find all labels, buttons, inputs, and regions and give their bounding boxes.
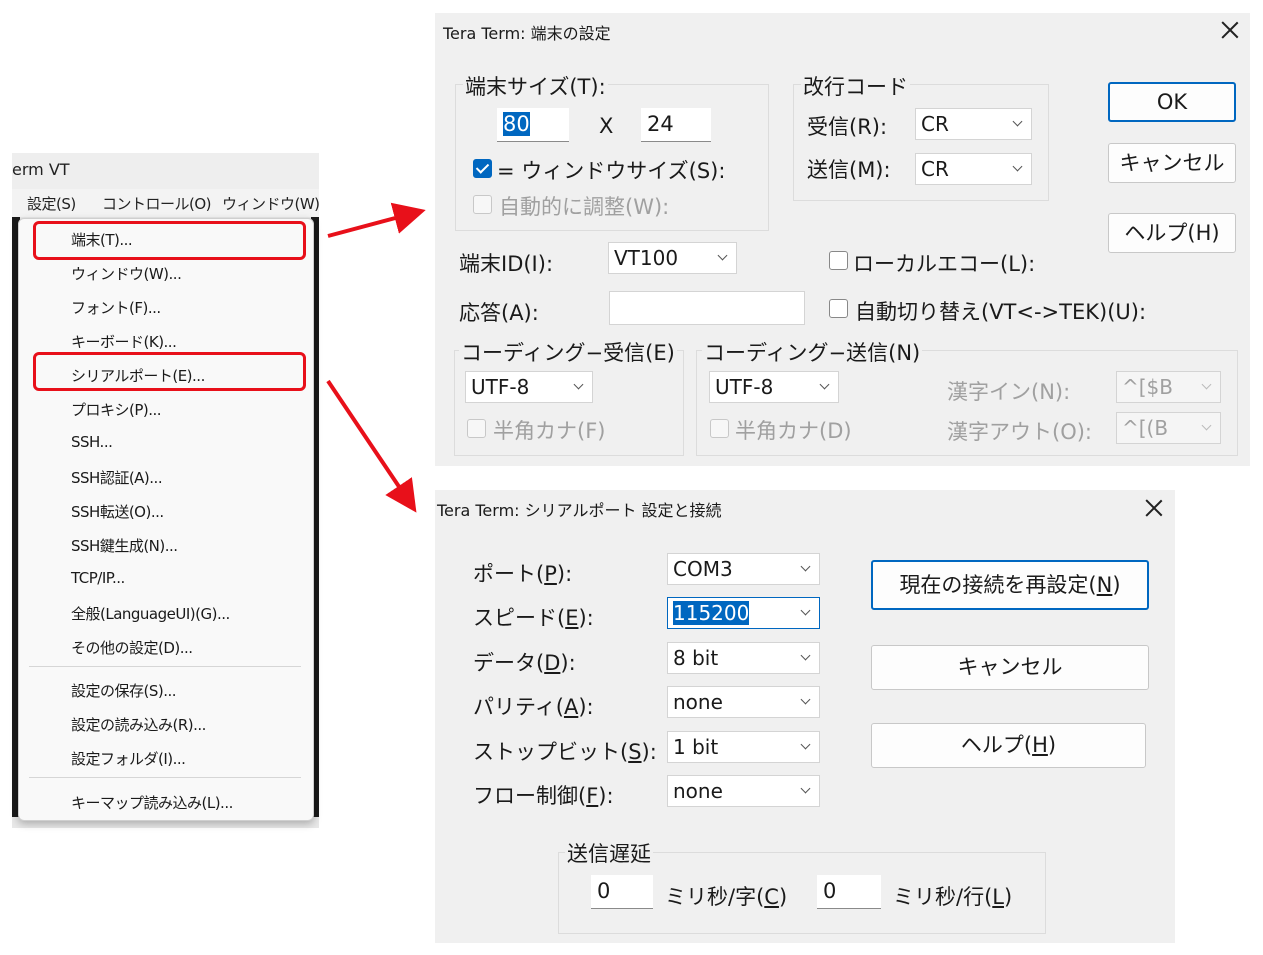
recv-select[interactable]: CR — [915, 108, 1032, 140]
parity-select[interactable]: none — [667, 686, 820, 718]
char-delay-input[interactable]: 0 — [591, 875, 653, 909]
port-select[interactable]: COM3 — [667, 553, 820, 585]
chevron-down-icon — [800, 650, 811, 661]
kanji-in-label: 漢字イン(N): — [947, 380, 1071, 404]
close-icon[interactable] — [1219, 19, 1241, 41]
rows-input[interactable]: 24 — [641, 108, 711, 142]
data-select[interactable]: 8 bit — [667, 642, 820, 674]
hankaku-recv-checkbox[interactable] — [467, 419, 486, 438]
hankaku-send-checkbox[interactable] — [710, 419, 729, 438]
flow-select[interactable]: none — [667, 775, 820, 807]
chevron-down-icon — [717, 250, 728, 261]
coding-recv-title: コーディング−受信(E) — [459, 337, 677, 367]
chevron-down-icon — [800, 783, 811, 794]
auto-switch-label: 自動切り替え(VT<->TEK)(U): — [855, 300, 1147, 324]
flow-label: フロー制御(F): — [473, 784, 614, 808]
kanji-out-select[interactable]: ^[(B — [1116, 412, 1221, 444]
speed-select[interactable]: 115200 — [667, 597, 820, 629]
dialog-title: Tera Term: 端末の設定 — [443, 24, 611, 43]
cols-input[interactable]: 80 — [497, 108, 569, 142]
kanji-in-select[interactable]: ^[$B — [1116, 371, 1221, 403]
line-delay-label: ミリ秒/行(L) — [893, 885, 1013, 909]
chevron-down-icon — [800, 605, 811, 616]
auto-resize-label: 自動的に調整(W): — [499, 195, 670, 219]
line-delay-input[interactable]: 0 — [817, 875, 881, 909]
ok-button[interactable]: OK — [1108, 82, 1236, 122]
char-delay-label: ミリ秒/字(C) — [665, 885, 788, 909]
data-label: データ(D): — [473, 651, 576, 675]
close-icon[interactable] — [1143, 497, 1165, 519]
dialog-title-bar: Tera Term: 端末の設定 — [435, 13, 1250, 51]
local-echo-label: ローカルエコー(L): — [853, 252, 1036, 276]
terminal-size-title: 端末サイズ(T): — [463, 71, 608, 101]
eq-window-label: = ウィンドウサイズ(S): — [497, 159, 726, 183]
auto-resize-checkbox[interactable] — [473, 195, 492, 214]
parity-label: パリティ(A): — [473, 695, 594, 719]
term-id-select[interactable]: VT100 — [608, 242, 737, 274]
recv-label: 受信(R): — [807, 115, 888, 139]
chevron-down-icon — [800, 561, 811, 572]
hankaku-send-label: 半角カナ(D) — [735, 419, 852, 443]
stopbit-label: ストップビット(S): — [473, 740, 657, 764]
cancel-button[interactable]: キャンセル — [1108, 143, 1236, 183]
terminal-setup-dialog: Tera Term: 端末の設定 端末サイズ(T): 80 X 24 = ウィン… — [435, 13, 1250, 466]
cancel-button[interactable]: キャンセル — [871, 645, 1149, 690]
send-label: 送信(M): — [807, 158, 891, 182]
chevron-down-icon — [1201, 379, 1212, 390]
local-echo-checkbox[interactable] — [829, 251, 848, 270]
chevron-down-icon — [1201, 420, 1212, 431]
chevron-down-icon — [800, 694, 811, 705]
arrow-to-terminal-dialog — [327, 202, 426, 238]
term-id-label: 端末ID(I): — [459, 252, 554, 276]
stopbit-select[interactable]: 1 bit — [667, 731, 820, 763]
port-label: ポート(P): — [473, 562, 573, 586]
coding-send-select[interactable]: UTF-8 — [709, 371, 839, 403]
auto-switch-checkbox[interactable] — [829, 299, 848, 318]
chevron-down-icon — [1012, 161, 1023, 172]
coding-send-title: コーディング−送信(N) — [702, 337, 923, 367]
newline-title: 改行コード — [801, 71, 910, 101]
serial-port-dialog: Tera Term: シリアルポート 設定と接続 ポート(P): COM3 スピ… — [435, 490, 1175, 943]
chevron-down-icon — [573, 379, 584, 390]
chevron-down-icon — [800, 739, 811, 750]
hankaku-recv-label: 半角カナ(F) — [493, 419, 606, 443]
answerback-label: 応答(A): — [459, 301, 539, 325]
chevron-down-icon — [819, 379, 830, 390]
dialog-title: Tera Term: シリアルポート 設定と接続 — [437, 501, 722, 520]
arrow-to-serial-dialog — [326, 379, 417, 513]
answerback-input[interactable] — [609, 291, 805, 325]
kanji-out-label: 漢字アウト(O): — [947, 420, 1092, 444]
delay-title: 送信遅延 — [565, 838, 653, 868]
reconnect-button[interactable]: 現在の接続を再設定(N) — [871, 560, 1149, 610]
dialog-title-bar: Tera Term: シリアルポート 設定と接続 — [435, 490, 1175, 528]
speed-label: スピード(E): — [473, 606, 594, 630]
coding-recv-select[interactable]: UTF-8 — [465, 371, 593, 403]
eq-window-checkbox[interactable] — [473, 159, 492, 178]
x-label: X — [599, 114, 614, 138]
help-button[interactable]: ヘルプ(H) — [1108, 213, 1236, 253]
chevron-down-icon — [1012, 116, 1023, 127]
send-select[interactable]: CR — [915, 153, 1032, 185]
help-button[interactable]: ヘルプ(H) — [871, 723, 1146, 768]
